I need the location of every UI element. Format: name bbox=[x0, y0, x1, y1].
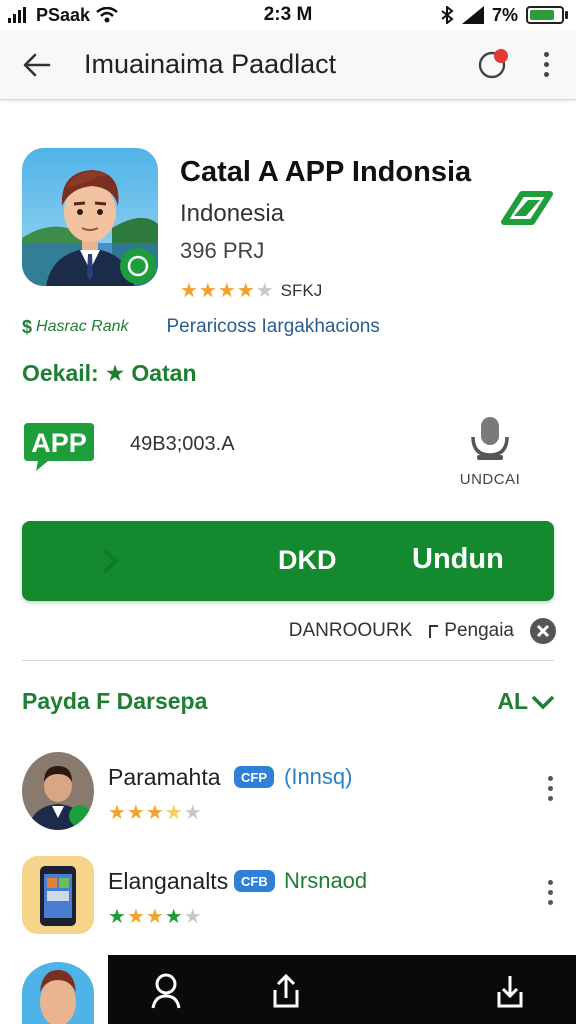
status-bar: PSaak 2:3 M 7% bbox=[0, 0, 576, 30]
list-item-badge: CFB bbox=[234, 870, 275, 892]
nav-download[interactable] bbox=[488, 969, 532, 1013]
app-bar-actions bbox=[474, 47, 556, 83]
app-speech-badge-icon: APP bbox=[22, 419, 96, 471]
meta-row: $ Hasrac Rank Peraricoss Iargakhacions bbox=[22, 316, 558, 338]
similar-title: Payda F Darsepa bbox=[22, 688, 208, 714]
mic-block[interactable]: UNDCAI bbox=[444, 415, 536, 488]
list-item-stars: ★★★★★ bbox=[108, 802, 203, 824]
list-item-more-button[interactable] bbox=[544, 880, 556, 905]
back-button[interactable] bbox=[12, 40, 62, 90]
rank-text: Hasrac Rank bbox=[36, 318, 129, 335]
app-size: 396 PRJ bbox=[180, 238, 265, 263]
app-subtitle: Indonesia bbox=[180, 200, 285, 227]
list-item[interactable]: Elanganalts CFB Nrsnaod ★★★★★ bbox=[22, 856, 556, 936]
list-item-name: Paramahta bbox=[108, 764, 221, 790]
notification-dot bbox=[494, 48, 508, 63]
detail-label: Oekail: bbox=[22, 360, 99, 386]
secondary-row: DANROOURK Pengaia bbox=[22, 614, 556, 648]
play-badge-icon[interactable] bbox=[500, 188, 554, 228]
list-item-tag: Nrsnaod bbox=[284, 868, 368, 893]
profile-icon bbox=[151, 973, 181, 1009]
list-item-stars: ★★★★★ bbox=[108, 906, 203, 928]
bottom-nav bbox=[108, 955, 576, 1024]
list-item-badge: CFP bbox=[234, 766, 274, 788]
permissions-link[interactable]: Peraricoss Iargakhacions bbox=[167, 316, 380, 338]
avatar bbox=[22, 752, 94, 830]
settings-label: Pengaia bbox=[444, 620, 514, 641]
mic-label: UNDCAI bbox=[459, 471, 521, 488]
app-bar: Imuainaima Paadlact bbox=[0, 30, 576, 100]
avatar bbox=[22, 856, 94, 934]
app-avatar-illustration bbox=[22, 148, 158, 286]
install-left-label: DKD bbox=[278, 545, 337, 575]
list-item-more-button[interactable] bbox=[544, 776, 556, 801]
microphone-icon bbox=[471, 417, 509, 460]
arrow-left-icon bbox=[23, 53, 51, 76]
rank-label: $ Hasrac Rank bbox=[22, 317, 129, 338]
dollar-icon: $ bbox=[22, 316, 33, 337]
gear-icon[interactable] bbox=[530, 618, 556, 644]
app-icon[interactable] bbox=[22, 148, 158, 286]
see-all-label: AL bbox=[497, 688, 528, 714]
divider bbox=[22, 660, 554, 661]
list-item-name: Elanganalts bbox=[108, 868, 229, 894]
app-header: Catal A APP Indonsia Indonesia 396 PRJ ★… bbox=[22, 148, 558, 302]
download-label[interactable]: DANROOURK bbox=[289, 620, 413, 642]
install-button[interactable]: DKD Undun bbox=[22, 521, 554, 601]
install-right-label: Undun bbox=[412, 543, 504, 575]
status-time: 2:3 M bbox=[263, 4, 313, 25]
notification-button[interactable] bbox=[474, 47, 510, 83]
corner-arrow-icon bbox=[429, 625, 439, 638]
info-row: APP 49B3;003.A UNDCAI bbox=[22, 415, 558, 505]
list-item-tag: (Innsq) bbox=[284, 764, 353, 789]
share-icon bbox=[273, 973, 299, 1008]
star-icon: ★ bbox=[104, 360, 126, 386]
page-title: Imuainaima Paadlact bbox=[84, 49, 337, 79]
app-badge-text: APP bbox=[31, 428, 87, 458]
more-options-button[interactable] bbox=[536, 52, 556, 77]
info-value: 49B3;003.A bbox=[130, 433, 235, 455]
rating-stars: ★★★★★ bbox=[180, 280, 275, 302]
see-all-button[interactable]: AL bbox=[497, 688, 556, 715]
badge-shape-icon bbox=[501, 191, 553, 225]
rating-row: ★★★★★ SFKJ bbox=[180, 278, 322, 303]
list-item[interactable]: Paramahta CFP (Innsq) ★★★★★ bbox=[22, 752, 556, 832]
settings-link[interactable]: Pengaia bbox=[428, 620, 514, 642]
detail-line: Oekail: ★ Oatan bbox=[22, 360, 197, 387]
download-icon bbox=[497, 976, 523, 1008]
nav-share[interactable] bbox=[264, 969, 308, 1013]
chevron-right-icon bbox=[102, 548, 119, 574]
chevron-down-icon bbox=[531, 695, 555, 709]
detail-value: Oatan bbox=[131, 360, 197, 386]
rating-text: SFKJ bbox=[280, 280, 323, 300]
similar-header: Payda F Darsepa AL bbox=[22, 688, 556, 715]
app-title: Catal A APP Indonsia bbox=[180, 156, 472, 188]
nav-profile[interactable] bbox=[144, 969, 188, 1013]
avatar[interactable] bbox=[22, 962, 94, 1024]
